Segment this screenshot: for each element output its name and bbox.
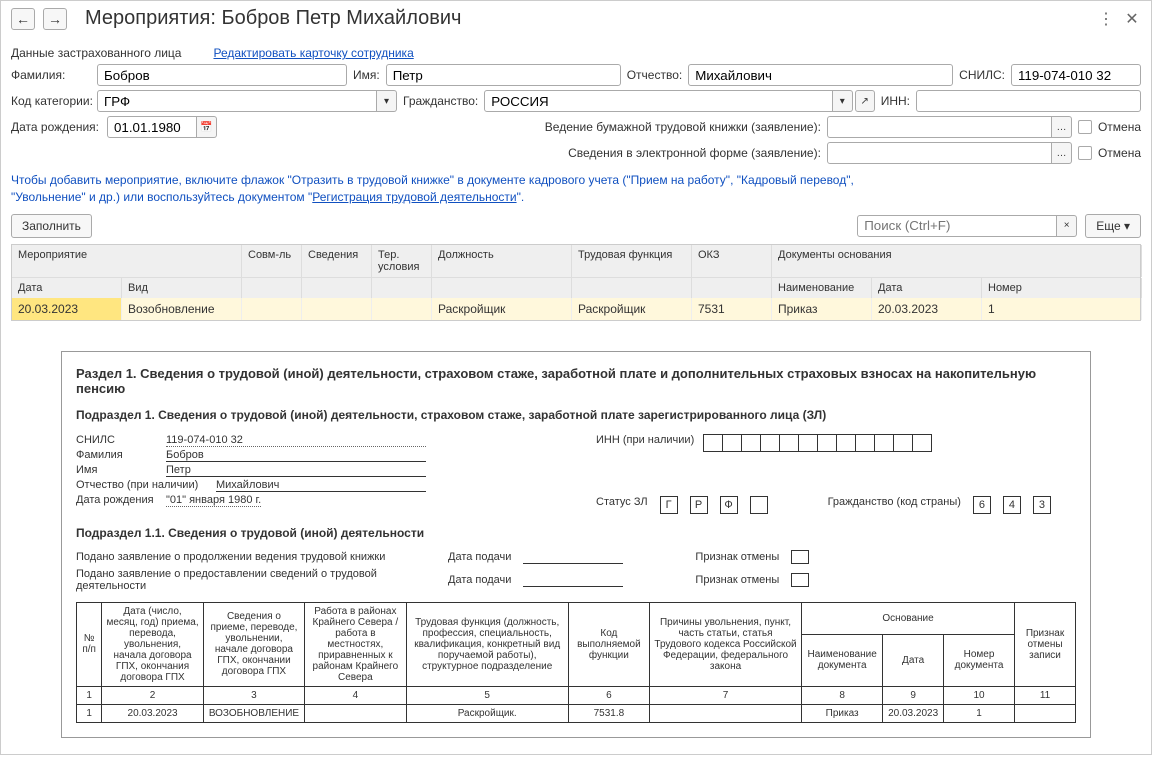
citizenship-open-icon[interactable]: ↗ bbox=[855, 90, 875, 112]
col-info: Сведения bbox=[302, 245, 372, 277]
search-input[interactable] bbox=[857, 215, 1057, 237]
category-dropdown-icon[interactable]: ▾ bbox=[377, 90, 397, 112]
report-preview: Раздел 1. Сведения о трудовой (иной) дея… bbox=[61, 351, 1091, 738]
col-func: Трудовая функция bbox=[572, 245, 692, 277]
birth-label: Дата рождения: bbox=[11, 120, 101, 134]
col-doc-num: Номер bbox=[982, 278, 1142, 298]
close-icon[interactable]: ✕ bbox=[1123, 9, 1141, 29]
report-firstname: Петр bbox=[166, 464, 426, 477]
more-button[interactable]: Еще ▾ bbox=[1085, 214, 1141, 238]
status-code: Г bbox=[660, 496, 678, 514]
cancel-flag-box bbox=[791, 550, 809, 564]
col-position: Должность bbox=[432, 245, 572, 277]
report-data-row: 1 20.03.2023 ВОЗОБНОВЛЕНИЕ Раскройщик. 7… bbox=[77, 704, 1076, 722]
col-ter: Тер. условия bbox=[372, 245, 432, 277]
report-birth: "01" января 1980 г. bbox=[166, 494, 261, 507]
report-snils: 119-074-010 32 bbox=[166, 434, 426, 447]
citizenship-code: 4 bbox=[1003, 496, 1021, 514]
report-lastname: Бобров bbox=[166, 449, 426, 462]
events-grid[interactable]: Мероприятие Совм-ль Сведения Тер. услови… bbox=[11, 244, 1141, 321]
menu-icon[interactable]: ⋮ bbox=[1097, 9, 1115, 29]
report-middlename: Михайлович bbox=[216, 479, 426, 492]
firstname-label: Имя: bbox=[353, 68, 380, 82]
calendar-icon[interactable]: 📅 bbox=[197, 116, 217, 138]
forward-button[interactable]: → bbox=[43, 8, 67, 30]
category-label: Код категории: bbox=[11, 94, 91, 108]
middlename-label: Отчество: bbox=[627, 68, 683, 82]
inn-input[interactable] bbox=[916, 90, 1141, 112]
paper-book-input[interactable] bbox=[827, 116, 1052, 138]
section1-title: Раздел 1. Сведения о трудовой (иной) дея… bbox=[76, 366, 1076, 396]
lastname-label: Фамилия: bbox=[11, 68, 91, 82]
back-button[interactable]: ← bbox=[11, 8, 35, 30]
col-type: Вид bbox=[122, 278, 242, 298]
edit-card-link[interactable]: Редактировать карточку сотрудника bbox=[213, 46, 413, 60]
inn-label: ИНН: bbox=[881, 94, 910, 108]
col-doc-name: Наименование bbox=[772, 278, 872, 298]
inn-boxes bbox=[704, 434, 932, 452]
firstname-input[interactable] bbox=[386, 64, 621, 86]
search-clear-icon[interactable]: × bbox=[1057, 215, 1077, 237]
cancel-flag-box bbox=[791, 573, 809, 587]
col-event: Мероприятие bbox=[12, 245, 242, 277]
birth-input[interactable] bbox=[107, 116, 197, 138]
insured-label: Данные застрахованного лица bbox=[11, 46, 181, 60]
table-row[interactable]: 20.03.2023 Возобновление Раскройщик Раск… bbox=[12, 298, 1140, 320]
electronic-ellipsis-icon[interactable]: … bbox=[1052, 142, 1072, 164]
lastname-input[interactable] bbox=[97, 64, 347, 86]
registration-link[interactable]: Регистрация трудовой деятельности bbox=[312, 190, 516, 204]
citizenship-input[interactable] bbox=[484, 90, 832, 112]
snils-label: СНИЛС: bbox=[959, 68, 1005, 82]
fill-button[interactable]: Заполнить bbox=[11, 214, 92, 238]
middlename-input[interactable] bbox=[688, 64, 953, 86]
electronic-label: Сведения в электронной форме (заявление)… bbox=[568, 146, 821, 160]
col-doc-date: Дата bbox=[872, 278, 982, 298]
citizenship-dropdown-icon[interactable]: ▾ bbox=[833, 90, 853, 112]
electronic-cancel-label: Отмена bbox=[1098, 146, 1141, 160]
paper-book-ellipsis-icon[interactable]: … bbox=[1052, 116, 1072, 138]
paper-cancel-label: Отмена bbox=[1098, 120, 1141, 134]
col-okz: ОКЗ bbox=[692, 245, 772, 277]
subsection1-title: Подраздел 1. Сведения о трудовой (иной) … bbox=[76, 408, 1076, 422]
electronic-input[interactable] bbox=[827, 142, 1052, 164]
category-input[interactable] bbox=[97, 90, 377, 112]
col-date: Дата bbox=[12, 278, 122, 298]
citizenship-label: Гражданство: bbox=[403, 94, 478, 108]
snils-input[interactable] bbox=[1011, 64, 1141, 86]
hint-text: Чтобы добавить мероприятие, включите фла… bbox=[11, 172, 1141, 206]
status-code: Р bbox=[690, 496, 708, 514]
paper-book-label: Ведение бумажной трудовой книжки (заявле… bbox=[545, 120, 821, 134]
citizenship-code: 3 bbox=[1033, 496, 1051, 514]
page-title: Мероприятия: Бобров Петр Михайлович bbox=[85, 7, 1089, 30]
electronic-cancel-checkbox[interactable] bbox=[1078, 146, 1092, 160]
citizenship-code: 6 bbox=[973, 496, 991, 514]
status-code: Ф bbox=[720, 496, 738, 514]
subsection11-title: Подраздел 1.1. Сведения о трудовой (иной… bbox=[76, 526, 1076, 540]
col-sovm: Совм-ль bbox=[242, 245, 302, 277]
paper-cancel-checkbox[interactable] bbox=[1078, 120, 1092, 134]
col-docs: Документы основания bbox=[772, 245, 1142, 277]
report-table: № п/п Дата (число, месяц, год) приема, п… bbox=[76, 602, 1076, 723]
